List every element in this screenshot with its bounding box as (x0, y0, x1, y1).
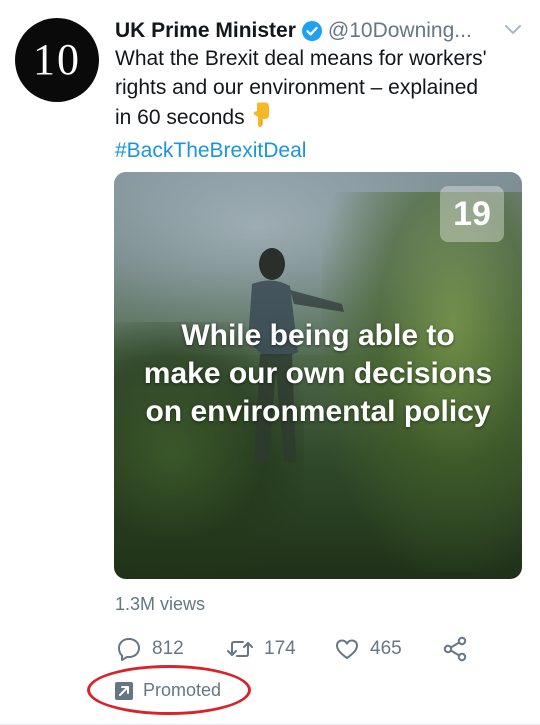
verified-badge-icon (301, 21, 322, 41)
caption-line: on environmental policy (145, 395, 491, 428)
caption-line: While being able to (181, 319, 455, 352)
video-caption: While being able to make our own decisio… (114, 317, 522, 431)
avatar-text: 10 (33, 35, 81, 84)
promoted-arrow-icon (115, 681, 133, 700)
retweet-button[interactable]: 174 (226, 634, 296, 664)
view-count: 1.3M views (115, 594, 206, 614)
avatar[interactable]: 10 (15, 18, 99, 102)
tweet-text-line: in 60 seconds (115, 102, 525, 136)
tweet-text-line: rights and our environment – explained (115, 76, 479, 99)
caption-line: make our own decisions (143, 357, 493, 390)
video-player[interactable]: 19 While being able to make our own deci… (114, 172, 522, 579)
promoted-text: Promoted (143, 680, 222, 700)
tweet-card[interactable]: 10 UK Prime Minister @10Downing... What … (0, 0, 540, 725)
retweet-icon (227, 641, 253, 657)
hashtag-link[interactable]: #BackTheBrexitDeal (115, 136, 525, 165)
reply-button[interactable]: 812 (116, 634, 184, 664)
slide-counter: 19 (440, 186, 504, 242)
share-icon (443, 636, 467, 662)
action-bar: 812 174 465 (112, 634, 512, 664)
handle[interactable]: @10Downing... (328, 19, 472, 43)
promoted-label[interactable]: Promoted (115, 680, 221, 701)
like-count: 465 (370, 638, 402, 659)
display-name[interactable]: UK Prime Minister (115, 19, 296, 43)
tweet-text: What the Brexit deal means for workers' … (115, 44, 525, 165)
caret-down-icon[interactable] (504, 22, 522, 36)
like-button[interactable]: 465 (334, 634, 402, 664)
tweet-text-line: What the Brexit deal means for workers' (115, 47, 487, 70)
pointing-down-emoji-icon (249, 102, 273, 136)
share-button[interactable] (442, 634, 478, 664)
reply-icon (118, 638, 140, 661)
retweet-count: 174 (264, 638, 296, 659)
reply-count: 812 (152, 638, 184, 659)
like-icon (336, 639, 358, 659)
tweet-header: UK Prime Minister @10Downing... (115, 14, 515, 48)
